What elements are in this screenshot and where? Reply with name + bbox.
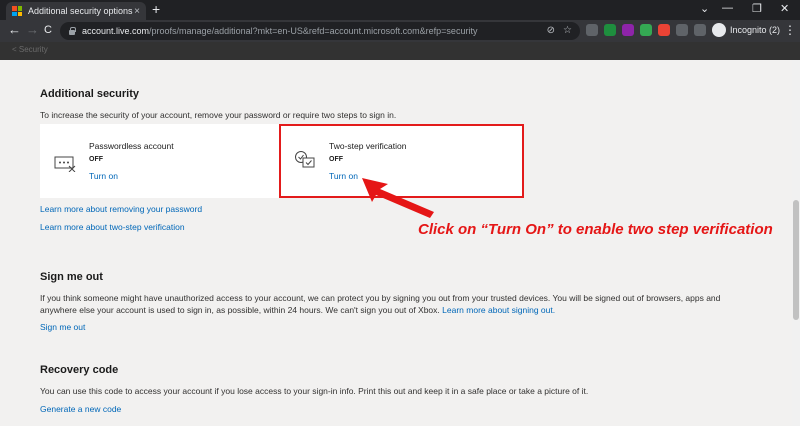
incognito-icon [712, 23, 726, 37]
extension-icon[interactable] [658, 24, 670, 36]
password-dots-icon [54, 156, 76, 172]
passwordless-turn-on-link[interactable]: Turn on [89, 171, 118, 181]
sign-me-out-link[interactable]: Sign me out [40, 322, 85, 332]
additional-security-heading: Additional security [40, 88, 140, 100]
recovery-code-heading: Recovery code [40, 364, 119, 376]
browser-tab-bar: Additional security options × + ⌄ — ❐ ✕ [0, 0, 800, 20]
scrollbar-thumb[interactable] [793, 200, 799, 320]
extensions-puzzle-icon[interactable] [676, 24, 688, 36]
collapse-icon[interactable]: ⌄ [700, 2, 709, 15]
recovery-code-description: You can use this code to access your acc… [40, 386, 589, 396]
sign-me-out-line2: anywhere else your account is used to si… [40, 305, 440, 315]
lock-icon[interactable] [68, 27, 76, 35]
generate-new-code-link[interactable]: Generate a new code [40, 404, 121, 414]
address-bar[interactable]: account.live.com /proofs/manage/addition… [60, 22, 580, 40]
back-to-security-link[interactable]: < Security [12, 45, 48, 54]
incognito-indicator[interactable]: Incognito (2) [712, 23, 780, 37]
tab-close-icon[interactable]: × [134, 6, 140, 17]
forward-button[interactable]: → [26, 23, 39, 37]
url-path: /proofs/manage/additional?mkt=en-US&refd… [149, 26, 478, 36]
new-tab-button[interactable]: + [152, 2, 160, 16]
sign-me-out-description: If you think someone might have unauthor… [40, 292, 780, 316]
restore-button[interactable]: ❐ [752, 2, 762, 15]
close-window-button[interactable]: ✕ [780, 2, 789, 15]
url-host: account.live.com [82, 26, 150, 36]
tab-title: Additional security options [28, 6, 133, 16]
page-header-strip: < Security [0, 42, 800, 60]
additional-security-description: To increase the security of your account… [40, 110, 397, 120]
page-scrollbar[interactable] [792, 60, 800, 426]
browser-tab[interactable]: Additional security options × [6, 2, 146, 20]
star-icon[interactable]: ☆ [563, 25, 572, 36]
extension-icon[interactable] [586, 24, 598, 36]
learn-more-two-step-link[interactable]: Learn more about two-step verification [40, 222, 185, 232]
incognito-label: Incognito (2) [730, 25, 781, 35]
passwordless-title: Passwordless account [89, 141, 174, 151]
extension-icon[interactable] [640, 24, 652, 36]
passwordless-state: OFF [89, 156, 103, 163]
menu-icon[interactable]: ⋮ [784, 23, 796, 37]
learn-more-signing-out-link[interactable]: Learn more about signing out. [442, 305, 555, 315]
extension-icon[interactable] [622, 24, 634, 36]
learn-more-remove-password-link[interactable]: Learn more about removing your password [40, 204, 202, 214]
back-button[interactable]: ← [8, 23, 21, 37]
extension-icon[interactable] [604, 24, 616, 36]
sign-me-out-heading: Sign me out [40, 271, 103, 283]
passwordless-card: Passwordless account OFF Turn on [40, 124, 280, 198]
sign-me-out-line1: If you think someone might have unauthor… [40, 293, 721, 303]
microsoft-logo-icon [12, 6, 22, 16]
minimize-button[interactable]: — [722, 2, 733, 14]
browser-toolbar: ← → C account.live.com /proofs/manage/ad… [0, 20, 800, 42]
reload-button[interactable]: C [44, 23, 52, 37]
red-arrow-icon [362, 178, 434, 218]
instruction-annotation: Click on “Turn On” to enable two step ve… [418, 221, 773, 238]
sidebar-icon[interactable] [694, 24, 706, 36]
eye-off-icon[interactable]: ⊘ [547, 25, 555, 36]
